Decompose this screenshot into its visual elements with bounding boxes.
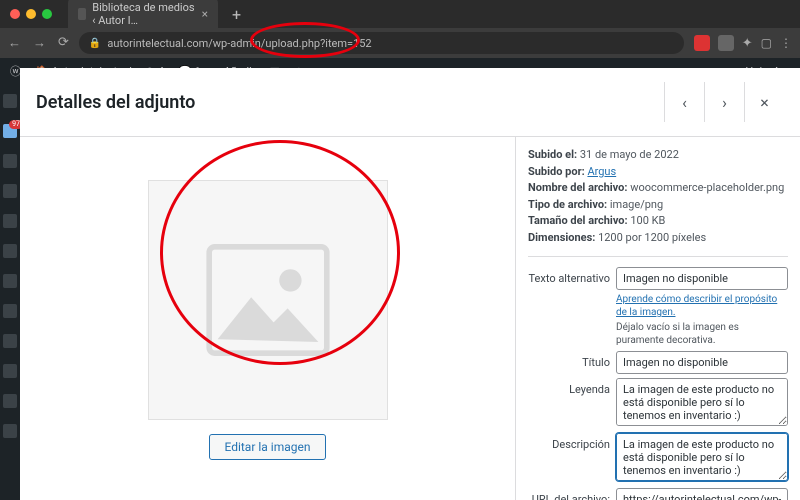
tab-close-icon[interactable]: × — [202, 7, 208, 21]
prev-attachment-button[interactable]: ‹ — [664, 82, 704, 122]
tab-title: Biblioteca de medios ‹ Autor I… — [92, 1, 195, 27]
sidebar-item[interactable] — [3, 304, 17, 318]
url-field[interactable]: 🔒 autorintelectual.com/wp-admin/upload.p… — [79, 32, 684, 54]
modal-title: Detalles del adjunto — [36, 92, 195, 113]
file-url-label: URL del archivo: — [528, 488, 610, 500]
nav-back-icon[interactable]: ← — [8, 35, 21, 51]
attachment-details-modal: Detalles del adjunto ‹ › × Editar la ima… — [20, 68, 800, 500]
caption-label: Leyenda — [528, 378, 610, 396]
nav-forward-icon[interactable]: → — [33, 35, 46, 51]
sidebar-item-media[interactable]: 97 — [3, 124, 17, 138]
uploaded-by-link[interactable]: Argus — [587, 165, 616, 178]
sidebar-item[interactable] — [3, 184, 17, 198]
sidebar-item[interactable] — [3, 334, 17, 348]
sidebar-item[interactable] — [3, 154, 17, 168]
title-input[interactable] — [616, 351, 788, 374]
attachment-meta: Subido el: 31 de mayo de 2022 Subido por… — [528, 147, 788, 246]
sidebar-item[interactable] — [3, 424, 17, 438]
sidebar-item[interactable] — [3, 214, 17, 228]
browser-menu-icon[interactable]: ⋮ — [780, 36, 792, 50]
next-attachment-button[interactable]: › — [704, 82, 744, 122]
sidebar-item[interactable] — [3, 274, 17, 288]
close-modal-button[interactable]: × — [744, 82, 784, 122]
file-url-input[interactable] — [616, 488, 788, 500]
browser-tab[interactable]: Biblioteca de medios ‹ Autor I… × — [68, 0, 218, 31]
attachment-details-pane: Subido el: 31 de mayo de 2022 Subido por… — [515, 137, 800, 500]
window-max-dot[interactable] — [42, 9, 52, 19]
extension-icon[interactable] — [694, 35, 710, 51]
description-textarea[interactable] — [616, 433, 788, 481]
placeholder-image-icon — [198, 230, 338, 370]
alt-text-help-link[interactable]: Aprende cómo describir el propósito de l… — [616, 293, 788, 319]
new-tab-button[interactable]: + — [232, 5, 241, 24]
attachment-preview-image — [148, 180, 388, 420]
title-label: Título — [528, 351, 610, 369]
sidebar-item[interactable] — [3, 244, 17, 258]
description-label: Descripción — [528, 433, 610, 451]
sidebar-item[interactable] — [3, 94, 17, 108]
browser-tab-bar: Biblioteca de medios ‹ Autor I… × + — [0, 0, 800, 28]
alt-text-input[interactable] — [616, 267, 788, 290]
modal-header: Detalles del adjunto ‹ › × — [20, 68, 800, 137]
attachment-preview-pane: Editar la imagen — [20, 137, 515, 500]
wp-admin-sidebar: 97 — [0, 84, 20, 500]
browser-extensions: ✦ ▢ ⋮ — [694, 35, 792, 51]
window-min-dot[interactable] — [26, 9, 36, 19]
sidebar-item[interactable] — [3, 394, 17, 408]
edit-image-button[interactable]: Editar la imagen — [209, 434, 325, 460]
tab-favicon — [78, 8, 86, 20]
sidebar-item[interactable] — [3, 364, 17, 378]
extensions-menu-icon[interactable]: ✦ — [742, 36, 753, 51]
caption-textarea[interactable] — [616, 378, 788, 426]
alt-text-label: Texto alternativo — [528, 267, 610, 285]
lock-icon: 🔒 — [89, 38, 101, 49]
browser-address-bar: ← → ⟳ 🔒 autorintelectual.com/wp-admin/up… — [0, 28, 800, 58]
window-close-dot[interactable] — [10, 9, 20, 19]
traffic-lights — [10, 9, 52, 19]
alt-text-help-text: Déjalo vacío si la imagen es puramente d… — [616, 321, 788, 347]
profile-icon[interactable]: ▢ — [761, 36, 772, 50]
extension-icon[interactable] — [718, 35, 734, 51]
url-text: autorintelectual.com/wp-admin/upload.php… — [107, 37, 371, 50]
nav-reload-icon[interactable]: ⟳ — [58, 35, 69, 51]
